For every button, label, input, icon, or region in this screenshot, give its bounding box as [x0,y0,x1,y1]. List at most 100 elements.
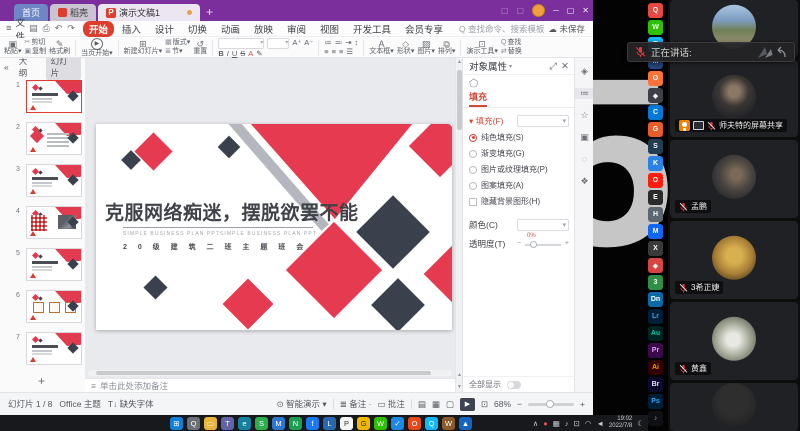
slideshow-button[interactable]: ▶ [460,398,475,411]
dock-icon-steam[interactable]: S [648,139,663,154]
taskbar-app-l[interactable]: L [323,417,336,430]
dock-icon-app-red[interactable]: ◆ [648,258,663,273]
layout-button[interactable]: ▦版式▾ [165,39,190,47]
smart-presentation[interactable]: ⊙ 智能演示 ▾ [277,398,327,410]
bullet-list-icon[interactable]: ≔ [324,39,332,47]
show-all-toggle[interactable] [507,381,521,389]
taskbar-app-green[interactable]: S [255,417,268,430]
red-diamond-shape[interactable] [424,246,452,303]
line-spacing-icon[interactable]: ↕ [355,39,359,47]
history-icon[interactable]: ◌ [575,154,593,164]
section-button[interactable]: ≣节▾ [165,48,190,56]
participant-tile[interactable]: 3希正婕 [670,221,798,299]
skin-icon[interactable]: ▢ [501,6,509,15]
theme-name[interactable]: Office 主题 [59,398,100,410]
notes-toggle[interactable]: ≣ 备注 · [340,398,372,410]
tab-docer[interactable]: 稻壳 [50,4,96,21]
taskbar-app-mountain[interactable]: ▲ [459,417,472,430]
shape-button[interactable]: ◇形状▾ [397,40,415,56]
increase-font-icon[interactable]: A⁺ [292,39,301,47]
red-diamond-shape[interactable] [134,132,172,170]
tab-fill[interactable]: 填充 [469,90,487,107]
dock-icon-xbox[interactable]: X [648,241,663,256]
slide-title[interactable]: 克服网络痴迷，摆脱欲罢不能 [105,198,355,225]
zoom-out-icon[interactable]: − [517,399,522,409]
slide-thumbnail[interactable] [26,248,82,281]
present-tools-button[interactable]: ⊡演示工具▾ [466,40,498,56]
slide-class-line[interactable]: 2 0 级 建 筑 二 班 主 题 班 会 [123,242,343,252]
copy-button[interactable]: ▣复制 [25,48,47,56]
play-from-current-button[interactable]: ▶当页开始▾ [81,38,113,58]
dock-icon-app-3d[interactable]: 3 [648,275,663,290]
maximize-button[interactable]: ▢ [567,6,575,15]
menu-item[interactable]: 视图 [314,21,345,37]
decrease-font-icon[interactable]: A⁻ [304,39,313,47]
dock-icon-dimension[interactable]: Dn [648,292,663,307]
taskbar-clock[interactable]: 19:02 2022/7/8 [609,416,632,430]
textbox-button[interactable]: A文本框▾ [369,40,394,56]
fit-slide-icon[interactable]: ⊡ [481,399,488,410]
normal-view-icon[interactable]: ▤ [418,399,426,410]
menu-item[interactable]: 放映 [248,21,279,37]
menu-item[interactable]: 开发工具 [347,21,397,37]
notes-bar[interactable]: ≡ 单击此处添加备注 [85,378,455,392]
taskbar-edge[interactable]: e [238,417,251,430]
dock-icon-app-m2[interactable]: M [648,224,663,239]
menu-item[interactable]: 动画 [215,21,246,37]
taskbar-windows-start[interactable]: ⊞ [170,417,183,430]
slide-1[interactable]: 克服网络痴迷，摆脱欲罢不能 SIMPLE BUSINESS PLAN PPTSI… [96,124,452,330]
slide-thumbnail[interactable] [26,164,82,197]
layout-switch-icon[interactable]: ▢ [517,6,525,15]
menu-item[interactable]: 插入 [116,21,147,37]
taskbar-app-w[interactable]: W [442,417,455,430]
dark-diamond-shape[interactable] [218,136,241,159]
align-right-icon[interactable]: ≡ [339,48,343,56]
highlight-button[interactable]: ✎ [256,50,262,58]
dock-icon-wechat[interactable]: W [648,20,663,35]
redo-icon[interactable]: ↷ [67,23,75,34]
font-family-select[interactable]: ▾ [218,38,264,49]
tray-volume[interactable]: ◄ [596,419,603,428]
pin-icon[interactable]: ⤢ [549,61,557,72]
taskbar-file-explorer[interactable]: ▭ [204,417,217,430]
slider-thumb[interactable] [530,241,537,248]
participant-tile[interactable]: 孟鹏 [670,140,798,218]
reset-button[interactable]: ↺重置 [193,40,207,56]
menu-item[interactable]: 切换 [182,21,213,37]
help-icon[interactable]: ❖ [575,176,593,187]
save-status[interactable]: ☁ 未保存 [549,23,585,35]
participant-tile[interactable]: 黄鑫 [670,302,798,380]
slide-thumbnail[interactable] [26,206,82,239]
zoom-in-icon[interactable]: + [580,399,585,409]
zoom-level[interactable]: 68% [494,399,511,409]
tray-person-red[interactable]: ● [543,419,548,428]
taskbar-app-o[interactable]: O [408,417,421,430]
fill-option[interactable]: 图案填充(A) [463,180,575,191]
dock-icon-app-c[interactable]: C [648,105,663,120]
tray-ime-keyboard[interactable]: ▦ [553,419,560,428]
font-color-button[interactable]: A [248,50,253,58]
slide-thumbnail[interactable] [26,80,82,113]
command-search[interactable]: Q 查找命令、搜索模板 [459,23,545,35]
menu-item[interactable]: 开始 [83,21,114,37]
new-slide-button[interactable]: ⊞新建幻灯片▾ [124,40,163,56]
minus-icon[interactable]: − [517,240,521,247]
format-painter-button[interactable]: ✎格式刷 [49,40,70,56]
taskbar-wechat-desktop[interactable]: W [374,417,387,430]
fill-option[interactable]: 图片或纹理填充(P) [463,164,575,175]
taskbar-teams[interactable]: T [221,417,234,430]
arrange-button[interactable]: ⧉排列▾ [438,40,456,56]
close-panel-icon[interactable]: ✕ [561,61,569,72]
undo-icon[interactable]: ↶ [55,23,63,34]
print-icon[interactable]: ⎙ [43,23,50,34]
new-tab-button[interactable]: + [206,5,213,19]
participant-tile[interactable]: 师夫特的屏幕共享 [670,60,798,137]
hamburger-icon[interactable]: ≡ [6,23,12,34]
taskbar-mail[interactable]: M [272,417,285,430]
fill-option[interactable]: 渐变填充(G) [463,148,575,159]
tray-mic[interactable]: ♪ [565,419,569,428]
dock-icon-illustrator[interactable]: Ai [648,360,663,375]
minimize-button[interactable]: ─ [553,6,559,15]
night-mode-icon[interactable]: ☾ [637,419,644,428]
slide-canvas[interactable]: 克服网络痴迷，摆脱欲罢不能 SIMPLE BUSINESS PLAN PPTSI… [85,58,455,378]
